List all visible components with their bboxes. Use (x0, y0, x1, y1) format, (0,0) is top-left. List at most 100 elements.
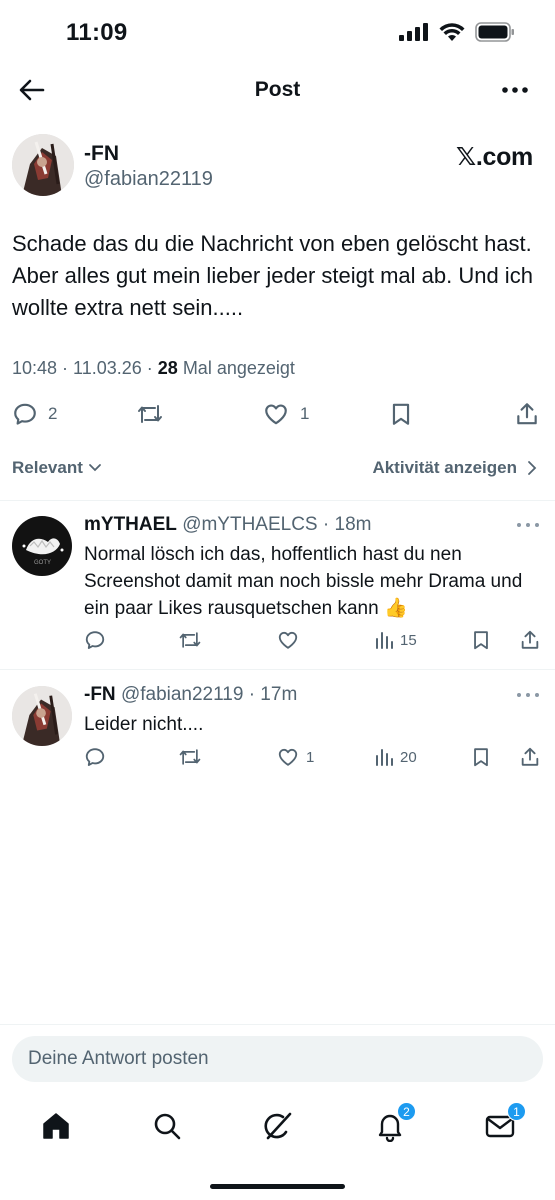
battery-icon (475, 22, 514, 42)
divider (0, 1024, 555, 1025)
like-count: 1 (300, 404, 310, 423)
grok-icon (264, 1112, 292, 1140)
like-icon (278, 631, 298, 649)
avatar-image (12, 134, 74, 196)
divider (0, 500, 555, 501)
post-timestamp: 10:48 · 11.03.26 · (12, 358, 158, 378)
post-views-count[interactable]: 28 (158, 358, 178, 378)
post-header: -FN @fabian22119 𝕏.com (0, 130, 555, 200)
tab-search[interactable] (151, 1110, 183, 1142)
views-icon (376, 749, 393, 766)
reply-text: Normal lösch ich das, hoffentlich hast d… (84, 544, 523, 619)
chevron-down-icon (88, 464, 101, 472)
more-button[interactable] (501, 79, 529, 101)
x-brand-label: 𝕏.com (456, 143, 533, 171)
search-icon (154, 1113, 181, 1140)
author-handle[interactable]: @fabian22119 (84, 168, 213, 191)
like-icon (265, 404, 287, 425)
notifications-badge: 2 (397, 1102, 416, 1121)
share-icon (517, 403, 537, 425)
messages-badge: 1 (507, 1102, 526, 1121)
more-icon (502, 87, 528, 93)
share-icon (521, 630, 539, 649)
reply-avatar[interactable]: GOTY (12, 516, 72, 576)
reply-avatar[interactable] (12, 686, 72, 746)
reply-actions: 1 20 (0, 745, 555, 771)
share-button[interactable] (519, 745, 541, 769)
reply-count: 2 (48, 404, 58, 423)
divider (0, 669, 555, 670)
reply-header: -FN @fabian22119 · 17m (84, 684, 297, 706)
reply-item[interactable]: GOTY mYTHAEL @mYTHAELCS · 18m Normal lös… (0, 514, 555, 664)
views-count: 20 (400, 748, 417, 766)
avatar[interactable] (12, 134, 74, 196)
page-title: Post (254, 78, 301, 101)
views-count: 15 (400, 631, 417, 649)
reply-author-name[interactable]: -FN (84, 684, 116, 705)
bookmark-icon (474, 631, 488, 650)
avatar-image: GOTY (12, 516, 72, 576)
like-button[interactable]: 1 (262, 398, 309, 430)
reply-button[interactable] (84, 628, 112, 652)
post-views-label: Mal angezeigt (177, 358, 295, 378)
repost-button[interactable] (178, 745, 208, 769)
views-button[interactable]: 15 (374, 628, 417, 652)
reply-icon (85, 631, 105, 649)
signal-icon (399, 23, 428, 41)
activity-link[interactable]: Aktivität anzeigen (372, 458, 537, 478)
reply-button[interactable]: 2 (12, 398, 57, 430)
post-text: Schade das du die Nachricht von eben gel… (12, 231, 533, 320)
reply-composer[interactable] (12, 1036, 543, 1082)
reply-item[interactable]: -FN @fabian22119 · 17m Leider nicht.... (0, 684, 555, 784)
svg-text:GOTY: GOTY (34, 560, 51, 566)
share-icon (521, 747, 539, 766)
relevance-dropdown[interactable]: Relevant (12, 458, 102, 478)
reply-icon (85, 748, 105, 766)
like-icon (278, 748, 298, 766)
like-button[interactable] (276, 628, 306, 652)
reply-button[interactable] (84, 745, 112, 769)
reply-author-handle[interactable]: @fabian22119 (121, 684, 243, 705)
status-bar: 11:09 (0, 0, 555, 66)
tab-grok[interactable] (262, 1110, 294, 1142)
reply-input[interactable] (28, 1036, 518, 1082)
author-name[interactable]: -FN (84, 142, 119, 166)
bottom-tab-bar: 2 1 (0, 1100, 555, 1156)
chevron-right-icon (528, 461, 537, 475)
bookmark-icon (392, 403, 410, 425)
bookmark-button[interactable] (470, 628, 492, 652)
repost-button[interactable] (178, 628, 208, 652)
tab-messages[interactable]: 1 (484, 1102, 526, 1142)
repost-icon (179, 632, 201, 648)
sort-bar: Relevant Aktivität anzeigen (0, 452, 555, 486)
tab-home[interactable] (40, 1110, 72, 1142)
repost-button[interactable] (136, 398, 174, 430)
post-actions: 2 1 (0, 398, 555, 432)
status-time: 11:09 (66, 19, 128, 46)
tab-notifications[interactable]: 2 (374, 1102, 416, 1142)
reply-author-name[interactable]: mYTHAEL (84, 514, 177, 535)
views-icon (376, 632, 393, 649)
reply-author-handle[interactable]: @mYTHAELCS (182, 514, 317, 535)
share-button[interactable] (519, 628, 541, 652)
top-nav: Post (0, 66, 555, 114)
more-icon (517, 523, 539, 527)
reply-time: · 18m (322, 514, 372, 535)
reply-header: mYTHAEL @mYTHAELCS · 18m (84, 514, 371, 536)
reply-more-button[interactable] (515, 520, 541, 530)
reply-actions: 15 (0, 628, 555, 654)
reply-text: Leider nicht.... (84, 714, 204, 735)
views-button[interactable]: 20 (374, 745, 417, 769)
activity-label: Aktivität anzeigen (372, 458, 517, 477)
repost-icon (138, 405, 162, 423)
bookmark-button[interactable] (388, 398, 414, 430)
like-button[interactable]: 1 (276, 745, 314, 769)
share-button[interactable] (514, 398, 540, 430)
reply-more-button[interactable] (515, 690, 541, 700)
bookmark-button[interactable] (470, 745, 492, 769)
repost-icon (179, 749, 201, 765)
status-icons (399, 22, 515, 42)
reply-time: · 17m (248, 684, 298, 705)
bookmark-icon (474, 748, 488, 767)
post-meta: 10:48 · 11.03.26 · 28 Mal angezeigt (12, 358, 295, 379)
